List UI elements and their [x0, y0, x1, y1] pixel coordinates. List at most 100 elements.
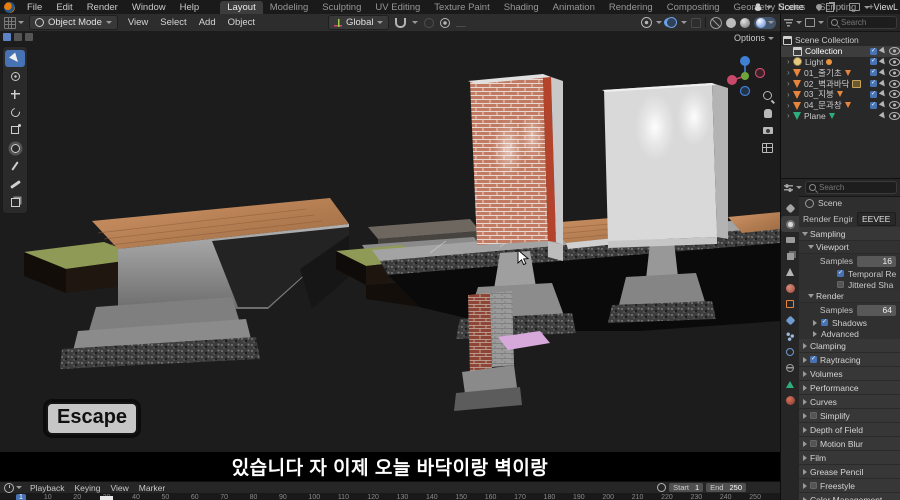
editor-type-icon[interactable] [4, 16, 16, 29]
pan-hand-icon[interactable] [763, 109, 772, 118]
properties-section[interactable]: Volumes [799, 367, 900, 381]
properties-section[interactable]: Freestyle [799, 479, 900, 493]
menubar-item[interactable]: Help [173, 2, 207, 13]
outliner-item[interactable]: Scene Collection [781, 35, 900, 46]
properties-section[interactable]: Color Management [799, 493, 900, 500]
viewport-tool[interactable] [5, 86, 25, 103]
viewport-menu-item[interactable]: Add [193, 17, 222, 28]
visibility-eye-icon[interactable] [889, 101, 900, 110]
viewport-tool[interactable] [5, 176, 25, 193]
transform-orientation-selector[interactable]: Global [328, 15, 390, 30]
viewport-menu-item[interactable]: View [122, 17, 154, 28]
properties-tab[interactable] [781, 280, 799, 296]
workspace-tab[interactable]: Rendering [602, 1, 660, 14]
properties-section[interactable]: Grease Pencil [799, 465, 900, 479]
toggle-xray-icon[interactable] [691, 17, 701, 28]
properties-editor-icon[interactable] [784, 183, 793, 192]
section-viewport[interactable]: Viewport [799, 241, 900, 254]
properties-tab[interactable] [781, 232, 799, 248]
toggle-ortho-icon[interactable] [762, 143, 773, 153]
viewport-tool[interactable] [5, 49, 25, 67]
properties-tab[interactable] [781, 264, 799, 280]
properties-tab[interactable] [781, 216, 799, 232]
viewport-tool[interactable] [5, 140, 25, 157]
section-sampling[interactable]: Sampling [799, 227, 900, 241]
zoom-icon[interactable] [763, 91, 772, 100]
workspace-tab[interactable]: Animation [546, 1, 602, 14]
3d-scene-render[interactable] [0, 31, 780, 452]
viewport-tool[interactable] [5, 68, 25, 85]
temporal-reprojection-checkbox[interactable] [837, 270, 844, 277]
snap-target-icon[interactable] [424, 17, 435, 28]
exclude-checkbox[interactable] [870, 69, 877, 77]
exclude-checkbox[interactable] [870, 101, 877, 109]
visibility-eye-icon[interactable] [889, 57, 900, 66]
show-gizmo-icon[interactable] [641, 17, 652, 28]
viewlayer-browse-icon[interactable] [848, 3, 860, 11]
visibility-eye-icon[interactable] [889, 47, 900, 56]
workspace-tab[interactable]: Modeling [263, 1, 316, 14]
scene-browse-icon[interactable] [754, 3, 763, 11]
timeline-menu-item[interactable]: Keying [70, 483, 106, 493]
viewport-tool[interactable] [5, 104, 25, 121]
outliner-search-input[interactable] [841, 18, 893, 27]
timeline-ruler[interactable]: 1102030405060708090100110120130140150160… [0, 493, 780, 500]
properties-tab[interactable] [781, 296, 799, 312]
viewport-menu-item[interactable]: Object [222, 17, 261, 28]
selectable-icon[interactable] [878, 46, 888, 56]
falloff-curve-icon[interactable] [456, 19, 467, 27]
workspace-tab[interactable]: Texture Paint [427, 1, 496, 14]
shading-rendered-active[interactable] [754, 16, 776, 29]
exclude-checkbox[interactable] [870, 80, 877, 88]
properties-tab[interactable] [781, 360, 799, 376]
properties-tab[interactable] [781, 312, 799, 328]
section-advanced[interactable]: Advanced [799, 328, 900, 339]
timeline-editor-icon[interactable] [4, 482, 14, 493]
properties-section[interactable]: Simplify [799, 409, 900, 423]
shading-material-icon[interactable] [740, 17, 750, 28]
section-checkbox[interactable] [810, 412, 817, 419]
timeline-menu-item[interactable]: Playback [25, 483, 70, 493]
properties-tab[interactable] [781, 392, 799, 408]
properties-search[interactable] [805, 181, 897, 194]
outliner-filter-icon[interactable] [784, 18, 793, 27]
shading-solid-icon[interactable] [726, 17, 736, 28]
workspace-tab[interactable]: Layout [220, 0, 263, 14]
timeline-menu-item[interactable]: View [106, 483, 134, 493]
scene-name[interactable]: Scene [776, 2, 812, 12]
selectable-icon[interactable] [878, 79, 888, 88]
menubar-item[interactable]: File [20, 2, 49, 13]
outliner-display-mode-icon[interactable] [805, 18, 815, 27]
viewport-tool[interactable] [5, 158, 25, 175]
menubar-item[interactable]: Window [125, 2, 173, 13]
section-checkbox[interactable] [810, 356, 817, 363]
properties-section[interactable]: Film [799, 451, 900, 465]
properties-tab[interactable] [781, 248, 799, 264]
selectable-icon[interactable] [878, 100, 888, 110]
properties-tab[interactable] [781, 200, 799, 216]
editor-corner-icons[interactable] [3, 33, 33, 41]
workspace-tab[interactable]: Shading [497, 1, 546, 14]
close-icon[interactable]: ✕ [838, 3, 845, 12]
viewlayer-name[interactable]: ViewL [874, 2, 898, 12]
exclude-checkbox[interactable] [870, 47, 877, 55]
properties-tab[interactable] [781, 344, 799, 360]
menubar-item[interactable]: Edit [49, 2, 79, 13]
properties-section[interactable]: Performance [799, 381, 900, 395]
proportional-editing-icon[interactable] [440, 17, 451, 28]
viewport-samples-field[interactable]: 16 [857, 255, 896, 267]
properties-tab[interactable] [781, 376, 799, 392]
properties-section[interactable]: Depth of Field [799, 423, 900, 437]
blender-logo-icon[interactable] [4, 1, 15, 13]
end-frame-field[interactable]: End 250 [706, 483, 746, 492]
new-scene-icon[interactable] [825, 2, 834, 12]
properties-section[interactable]: Clamping [799, 339, 900, 353]
render-samples-field[interactable]: 64 [857, 304, 896, 316]
pin-icon[interactable] [814, 2, 824, 12]
viewport-tool[interactable] [5, 122, 25, 139]
properties-section[interactable]: Curves [799, 395, 900, 409]
outliner-item[interactable]: › 03_지붕 [781, 89, 900, 100]
workspace-tab[interactable]: Compositing [660, 1, 727, 14]
stopwatch-icon[interactable] [657, 483, 667, 492]
shadows-checkbox[interactable] [821, 319, 828, 326]
